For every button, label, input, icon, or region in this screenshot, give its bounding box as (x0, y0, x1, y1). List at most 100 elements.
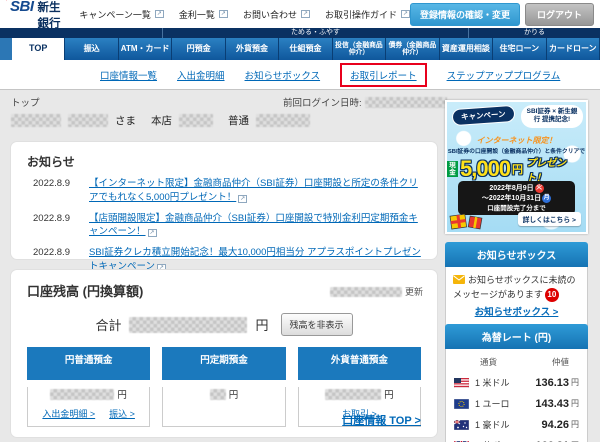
balance-total-row: 合計 円 残高を非表示 (11, 313, 437, 336)
subnav-stepup-program[interactable]: ステップアッププログラム (447, 68, 561, 82)
statement-link[interactable]: 入出金明細 > (42, 407, 95, 420)
customer-info-row: さま 本店 普通 (11, 113, 310, 128)
balance-updated-label: 更新 (404, 287, 423, 297)
register-info-button[interactable]: 登録情報の確認・変更 (409, 2, 520, 26)
campaign-badge: キャンペーン (451, 104, 516, 127)
transfer-link[interactable]: 振込 > (109, 407, 135, 420)
header-link-campaign-list[interactable]: キャンペーン一覧 (79, 8, 164, 21)
customer-surname-masked (11, 114, 61, 127)
rate-row-aud: 1 豪ドル 94.26 円 (446, 414, 587, 435)
notice-date: 2022.8.9 (33, 178, 70, 189)
rate-row-usd: 1 米ドル 136.13 円 (446, 372, 587, 393)
notice-date: 2022.8.9 (33, 212, 70, 224)
nav-tab-fx-deposit[interactable]: 外貨預金 (225, 38, 280, 60)
logout-button[interactable]: ログアウト (524, 2, 594, 26)
account-type-label: 普通 (228, 115, 249, 127)
notices-panel: お知らせ 2022.8.9 【インターネット限定】金融商品仲介（SBI証券）口座… (11, 142, 437, 272)
subnav-statement[interactable]: 入出金明細 (177, 68, 225, 82)
card-header: 円普通預金 (27, 347, 151, 380)
external-link-icon (154, 10, 164, 18)
nav-tab-asset-consulting[interactable]: 資産運用相談 (439, 38, 494, 60)
page-body: トップ 前回ログイン日時: さま 本店 普通 お知らせ 2022.8.9 【イン… (0, 90, 600, 442)
yen-unit: 円 (228, 390, 239, 401)
nav-group-save-grow: ためる・ふやす (162, 28, 468, 38)
hide-balance-button[interactable]: 残高を非表示 (280, 313, 353, 336)
page: SBI 新生銀行 キャンペーン一覧 金利一覧 お問い合わせ お取引操作ガイド 登… (0, 0, 600, 442)
header-link-contact[interactable]: お問い合わせ (243, 8, 310, 21)
tuesday-dot-icon: 火 (534, 184, 544, 193)
rate-row-gbp: 1 英ポンド 166.21 円 (446, 435, 587, 442)
last-login-label: 前回ログイン日時: (283, 98, 362, 109)
rate-row-eur: 1 ユーロ 143.43 円 (446, 393, 587, 414)
nav-tabs: TOP 振込 ATM・カード 円預金 外貨預金 仕組預金 投信（金融商品仲介） … (0, 38, 600, 60)
currency-column-header: 通貨 (480, 357, 498, 367)
campaign-amount: 5,000 (459, 156, 511, 181)
header-links: キャンペーン一覧 金利一覧 お問い合わせ お取引操作ガイド (79, 8, 410, 21)
notice-row: 2022.8.9 【店頭開設限定】金融商品仲介（SBI証券）口座開設で特別金利円… (11, 210, 437, 245)
campaign-amount-row: 現金 5,000 円 プレゼント！ (447, 154, 586, 184)
branch-label: 本店 (151, 115, 172, 127)
card-header: 円定期預金 (162, 347, 286, 380)
branch-number-masked (179, 114, 213, 127)
sbi-logo-text: SBI (10, 0, 34, 15)
account-card-yen-time: 円定期預金 円 (162, 347, 286, 427)
subnav-account-info-list[interactable]: 口座情報一覧 (100, 68, 157, 82)
customer-honorific: さま (115, 115, 136, 127)
campaign-limited-text: インターネット限定！ (476, 136, 557, 145)
campaign-cash-label: 現金 (447, 160, 458, 178)
balance-panel: 口座残高 (円換算額) 更新 合計 円 残高を非表示 円普通預金 円 入出金明細… (11, 270, 437, 437)
total-yen-unit: 円 (255, 318, 269, 333)
external-link-icon (147, 229, 157, 238)
header-link-guide[interactable]: お取引操作ガイド (325, 8, 410, 21)
last-login-info: 前回ログイン日時: (283, 95, 447, 109)
au-flag-icon (454, 419, 469, 430)
exchange-rate-widget: 為替レート (円) 通貨 仲値 1 米ドル 136.13 円 1 ユーロ 143… (445, 324, 588, 442)
nav-tab-home-loan[interactable]: 住宅ローン (493, 38, 547, 60)
campaign-detail-button[interactable]: 詳しくはこちら > (517, 212, 581, 226)
campaign-present-text: プレゼント！ (526, 158, 567, 184)
eu-flag-icon (454, 398, 469, 409)
rate-column-header: 仲値 (551, 357, 569, 367)
balance-updated: 更新 (329, 285, 423, 298)
notice-link-internet-campaign[interactable]: 【インターネット限定】金融商品仲介（SBI証券）口座開設と所定の条件クリアでもれ… (89, 177, 423, 205)
top-header: SBI 新生銀行 キャンペーン一覧 金利一覧 お問い合わせ お取引操作ガイド 登… (0, 0, 600, 31)
bank-name-text: 新生銀行 (37, 1, 61, 30)
campaign-period-start: 2022年8月9日 (489, 185, 534, 192)
sub-nav: 口座情報一覧 入出金明細 お知らせボックス お取引レポート ステップアッププログ… (0, 60, 600, 90)
bank-logo[interactable]: SBI 新生銀行 (10, 0, 63, 31)
nav-tab-structured-deposit[interactable]: 仕組預金 (279, 38, 333, 60)
yen-unit: 円 (384, 390, 394, 401)
breadcrumb[interactable]: トップ (11, 95, 40, 109)
external-link-icon (300, 10, 310, 18)
header-link-interest-rates[interactable]: 金利一覧 (179, 8, 228, 21)
fx-ordinary-amount-masked (325, 388, 382, 400)
mail-icon (453, 275, 465, 284)
notice-row: 2022.8.9 【インターネット限定】金融商品仲介（SBI証券）口座開設と所定… (11, 175, 437, 210)
last-login-datetime-masked (364, 96, 447, 108)
nav-tab-atm-card[interactable]: ATM・カード (118, 38, 173, 60)
exchange-rate-title: 為替レート (円) (445, 324, 588, 349)
subnav-transaction-report[interactable]: お取引レポート (350, 71, 417, 82)
nav-tab-yen-deposit[interactable]: 円預金 (172, 38, 226, 60)
notice-box-title[interactable]: お知らせボックス (445, 242, 588, 267)
card-header: 外貨普通預金 (297, 347, 421, 380)
nav-tab-card-loan[interactable]: カードローン (546, 38, 600, 60)
notice-link-store-campaign[interactable]: 【店頭開設限定】金融商品仲介（SBI証券）口座開設で特別金利円定期預金キャンペー… (89, 212, 423, 240)
account-info-top-link[interactable]: 口座情報 TOP > (342, 412, 421, 428)
nav-tab-bonds[interactable]: 債券（金融商品仲介） (386, 38, 440, 60)
account-number-masked (256, 114, 310, 127)
campaign-banner[interactable]: キャンペーン SBI証券 × 新生銀行 提携記念! インターネット限定！ SBI… (445, 100, 588, 234)
notice-box-link[interactable]: お知らせボックス > (453, 306, 580, 321)
external-link-icon (400, 10, 410, 18)
campaign-period-end: ～2022年10月31日 (481, 194, 542, 202)
total-amount-masked (129, 316, 248, 333)
nav-tab-investment-trust[interactable]: 投信（金融商品仲介） (332, 38, 387, 60)
total-label: 合計 (95, 318, 122, 333)
yen-time-amount-masked (209, 388, 226, 400)
nav-tab-transfer[interactable]: 振込 (65, 38, 119, 60)
nav-left-sliver (0, 38, 12, 60)
balance-updated-datetime-masked (329, 286, 402, 297)
subnav-notice-box[interactable]: お知らせボックス (245, 68, 321, 82)
nav-tab-top[interactable]: TOP (12, 38, 66, 60)
campaign-bubble: SBI証券 × 新生銀行 提携記念! (521, 105, 583, 128)
